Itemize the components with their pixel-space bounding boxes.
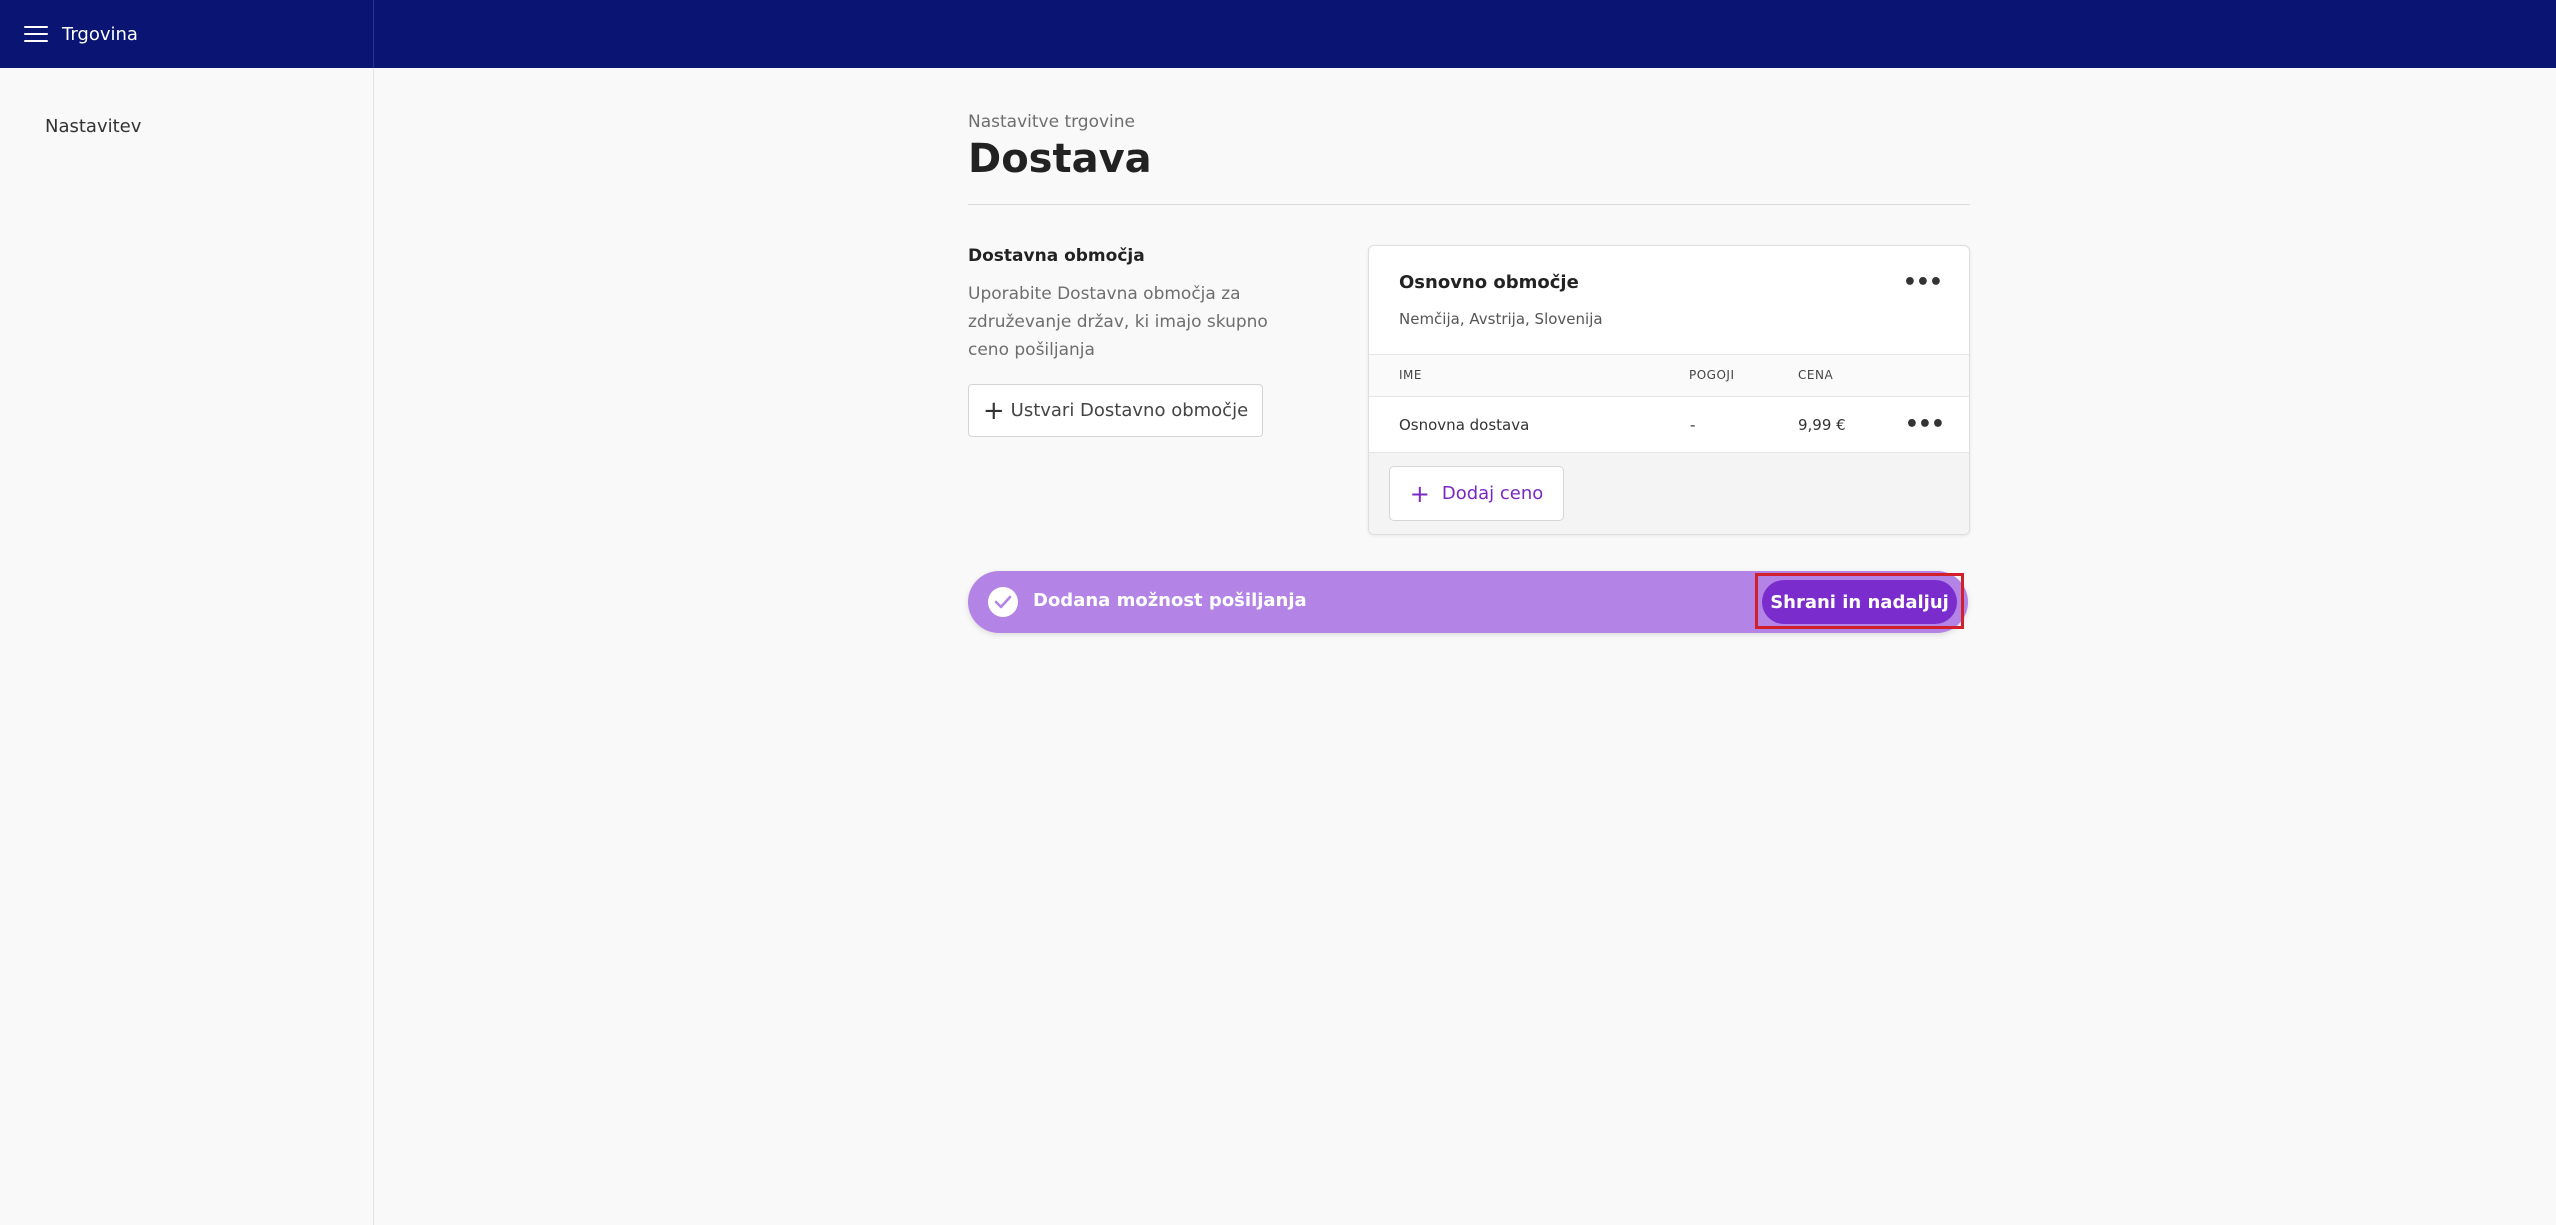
rate-name: Osnovna dostava <box>1399 416 1530 434</box>
shipping-zone-card: Osnovno območje Nemčija, Avstrija, Slove… <box>1368 245 1970 535</box>
plus-icon: + <box>982 395 1005 426</box>
success-toast: Dodana možnost pošiljanja Shrani in nada… <box>968 571 1968 633</box>
rate-price: 9,99 € <box>1798 416 1846 434</box>
zones-heading: Dostavna območja <box>968 246 1145 266</box>
sidebar-item-settings[interactable]: Nastavitev <box>45 116 141 137</box>
breadcrumb[interactable]: Nastavitve trgovine <box>968 112 1135 132</box>
zones-description: Uporabite Dostavna območja za združevanj… <box>968 284 1268 360</box>
toast-message: Dodana možnost pošiljanja <box>1033 590 1307 611</box>
top-bar: Trgovina <box>0 0 2556 68</box>
row-menu-ellipsis-icon[interactable]: ••• <box>1905 414 1945 436</box>
zone-menu-ellipsis-icon[interactable]: ••• <box>1903 272 1943 294</box>
column-header-price: CENA <box>1798 368 1834 382</box>
create-zone-button[interactable]: + Ustvari Dostavno območje <box>968 384 1263 437</box>
card-footer: + Dodaj ceno <box>1369 453 1969 534</box>
check-icon <box>988 587 1018 617</box>
app-title: Trgovina <box>62 23 138 45</box>
hamburger-menu-icon[interactable] <box>24 25 48 43</box>
zone-name: Osnovno območje <box>1399 272 1579 293</box>
column-header-conditions: POGOJI <box>1689 368 1735 382</box>
rate-conditions: - <box>1690 416 1696 434</box>
save-and-continue-button[interactable]: Shrani in nadaljuj <box>1762 580 1957 624</box>
add-price-label: Dodaj ceno <box>1441 483 1544 504</box>
page-title: Dostava <box>968 136 1152 182</box>
table-row[interactable]: Osnovna dostava - 9,99 € ••• <box>1369 397 1969 453</box>
plus-icon: + <box>1409 479 1430 508</box>
create-zone-label: Ustvari Dostavno območje <box>1010 400 1249 421</box>
column-header-name: IME <box>1399 368 1422 382</box>
sidebar: Nastavitev <box>0 68 374 1225</box>
add-price-button[interactable]: + Dodaj ceno <box>1389 466 1564 521</box>
top-bar-brand: Trgovina <box>0 0 374 68</box>
title-divider <box>968 204 1970 205</box>
rates-table-header: IME POGOJI CENA <box>1369 354 1969 397</box>
zone-countries: Nemčija, Avstrija, Slovenija <box>1399 310 1603 328</box>
